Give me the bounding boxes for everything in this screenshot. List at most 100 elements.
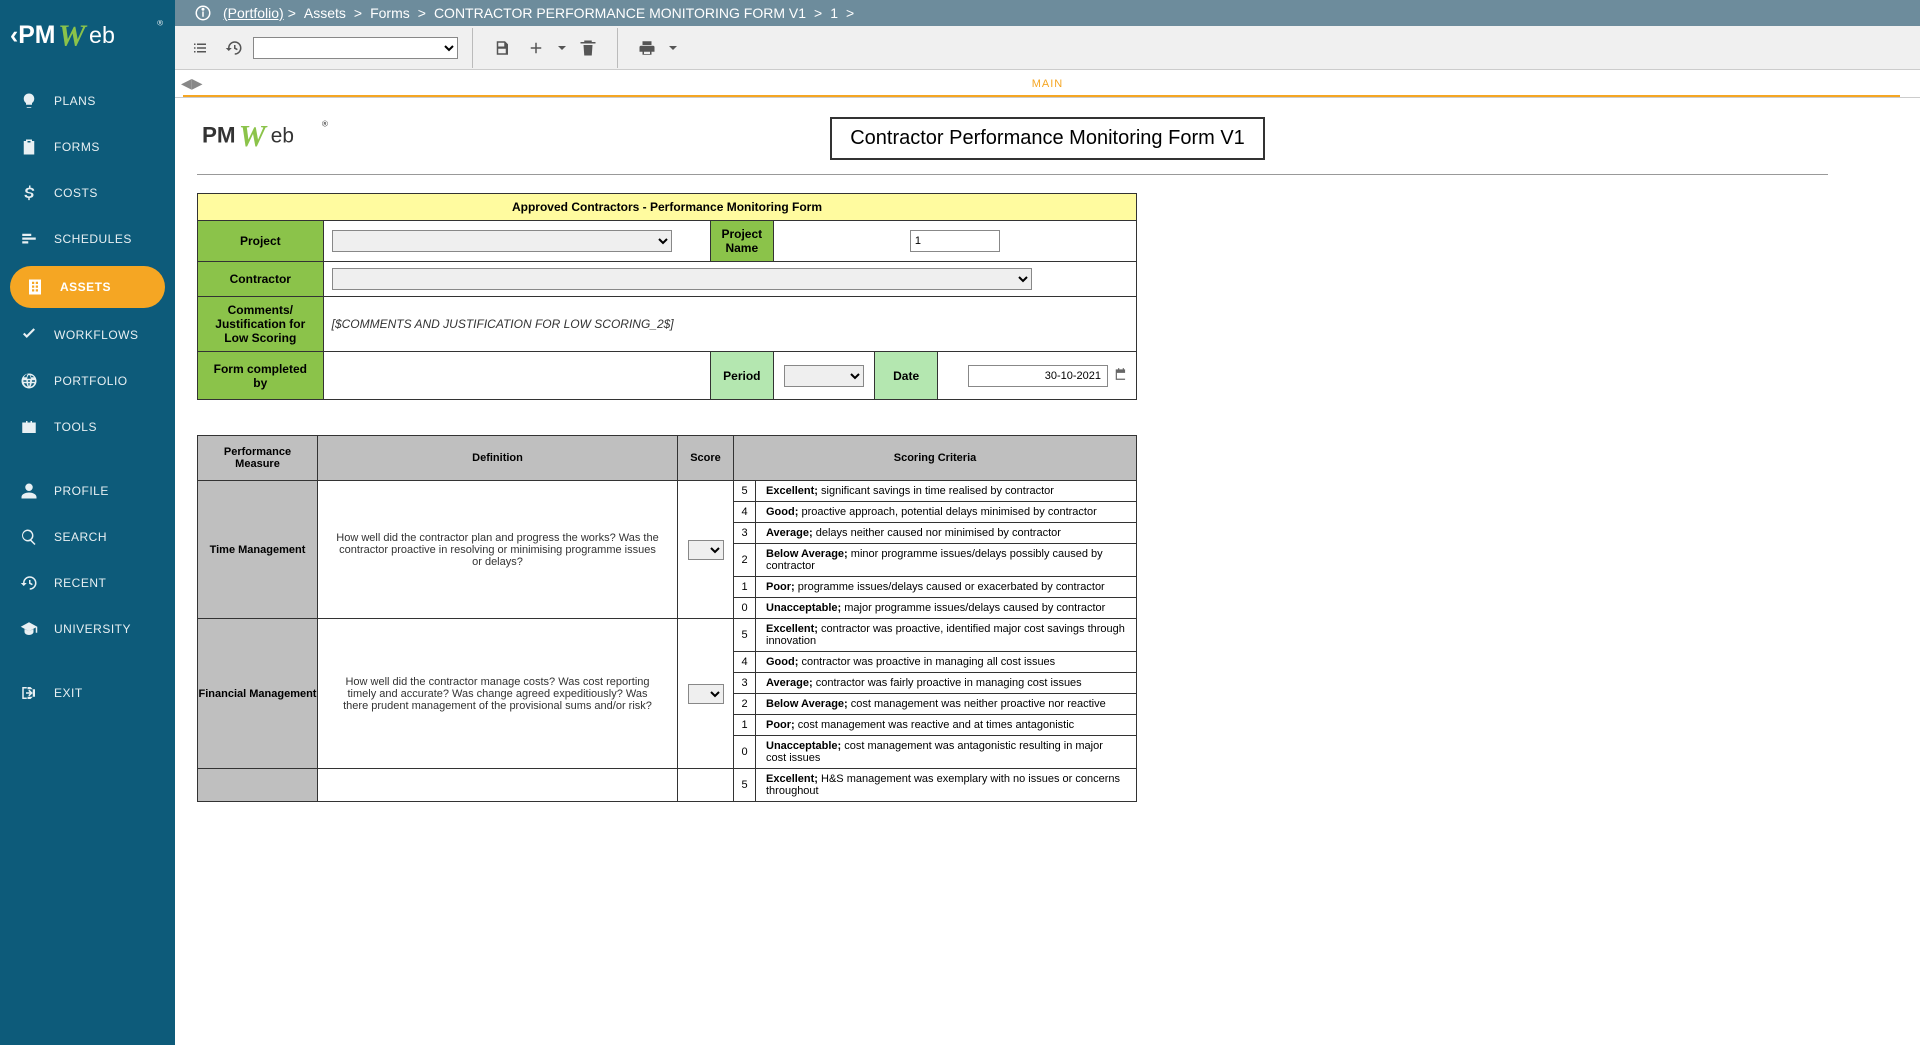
score-select[interactable] [688,684,724,704]
svg-text:®: ® [322,119,328,128]
form-info-table: Approved Contractors - Performance Monit… [197,193,1137,400]
svg-text:W: W [58,17,88,52]
definition-cell: How well did the contractor manage costs… [318,619,678,769]
globe-icon [18,370,40,392]
toolbar [175,26,1920,70]
sidebar-item-label: PLANS [54,94,96,108]
sidebar-item-label: ASSETS [60,280,111,294]
sidebar-item-label: WORKFLOWS [54,328,139,342]
bars-icon [18,228,40,250]
sidebar-item-exit[interactable]: EXIT [0,670,175,716]
sidebar-item-recent[interactable]: RECENT [0,560,175,606]
tabs: ◀▶ MAIN [175,70,1920,98]
label-comments: Comments/ Justification for Low Scoring [198,297,324,352]
period-select[interactable] [784,365,864,387]
label-date: Date [875,352,938,400]
user-icon [18,480,40,502]
calendar-icon[interactable] [1114,367,1128,384]
svg-text:‹PM: ‹PM [10,22,55,49]
date-input[interactable] [968,365,1108,387]
sidebar-item-label: UNIVERSITY [54,622,131,636]
header-criteria: Scoring Criteria [734,436,1137,481]
definition-cell: How well did the contractor plan and pro… [318,481,678,619]
sidebar-item-label: COSTS [54,186,98,200]
print-dropdown-icon[interactable] [666,33,680,63]
sidebar-item-profile[interactable]: PROFILE [0,468,175,514]
briefcase-icon [18,416,40,438]
sidebar-item-costs[interactable]: COSTS [0,170,175,216]
document-logo: PMWeb ® [202,117,362,160]
tab-main[interactable]: MAIN [1032,71,1064,97]
score-select[interactable] [688,540,724,560]
criteria-table: Performance Measure Definition Score Sco… [197,435,1137,802]
breadcrumb-segment: Forms [370,5,410,21]
sidebar-item-tools[interactable]: TOOLS [0,404,175,450]
sidebar-item-portfolio[interactable]: PORTFOLIO [0,358,175,404]
label-contractor: Contractor [198,262,324,297]
criteria-num: 5 [734,481,756,502]
sidebar-item-label: EXIT [54,686,83,700]
check-icon [18,324,40,346]
sidebar-item-plans[interactable]: PLANS [0,78,175,124]
measure-cell: Time Management [198,481,318,619]
breadcrumb-segment: CONTRACTOR PERFORMANCE MONITORING FORM V… [434,5,806,21]
app-logo: ‹PMWeb ® [0,0,175,70]
breadcrumb-portfolio[interactable]: (Portfolio) [223,5,284,21]
form-title: Contractor Performance Monitoring Form V… [830,117,1265,160]
project-select[interactable] [332,230,672,252]
measure-cell [198,769,318,802]
lightbulb-icon [18,90,40,112]
history-button[interactable] [219,33,249,63]
breadcrumb: (Portfolio) >Assets >Forms >CONTRACTOR P… [175,0,1920,26]
sidebar-item-label: SCHEDULES [54,232,132,246]
record-select[interactable] [253,37,458,59]
svg-text:W: W [239,118,268,152]
label-completed-by: Form completed by [198,352,324,400]
sidebar-item-assets[interactable]: ASSETS [10,266,165,308]
definition-cell [318,769,678,802]
label-project: Project [198,221,324,262]
sidebar-item-label: FORMS [54,140,100,154]
measure-cell: Financial Management [198,619,318,769]
delete-button[interactable] [573,33,603,63]
clipboard-icon [18,136,40,158]
criteria-text: Excellent; significant savings in time r… [756,481,1137,502]
add-dropdown-icon[interactable] [555,33,569,63]
building-icon [24,276,46,298]
form-banner: Approved Contractors - Performance Monit… [198,194,1137,221]
svg-text:PM: PM [202,122,236,147]
dollar-icon [18,182,40,204]
info-icon[interactable] [193,3,213,23]
history-icon [18,572,40,594]
sidebar-item-university[interactable]: UNIVERSITY [0,606,175,652]
sidebar-item-workflows[interactable]: WORKFLOWS [0,312,175,358]
sidebar-item-schedules[interactable]: SCHEDULES [0,216,175,262]
svg-text:eb: eb [89,22,115,48]
add-button[interactable] [521,33,551,63]
svg-text:eb: eb [271,124,294,147]
sidebar-item-label: PORTFOLIO [54,374,128,388]
list-button[interactable] [185,33,215,63]
label-project-name: Project Name [710,221,773,262]
label-period: Period [710,352,773,400]
contractor-select[interactable] [332,268,1032,290]
header-measure: Performance Measure [198,436,318,481]
project-name-input[interactable] [910,230,1000,252]
header-score: Score [678,436,734,481]
sidebar-item-search[interactable]: SEARCH [0,514,175,560]
sidebar-item-label: TOOLS [54,420,97,434]
sidebar: ‹PMWeb ® PLANS FORMS COSTS SCHEDULES ASSE… [0,0,175,1045]
exit-icon [18,682,40,704]
svg-text:®: ® [157,18,163,27]
tab-prev-icon[interactable]: ◀ [181,75,192,92]
sidebar-item-label: SEARCH [54,530,107,544]
breadcrumb-segment: 1 [830,5,838,21]
content: PMWeb ® Contractor Performance Monitoring… [175,98,1920,1045]
search-icon [18,526,40,548]
breadcrumb-segment: Assets [304,5,346,21]
sidebar-item-forms[interactable]: FORMS [0,124,175,170]
save-button[interactable] [487,33,517,63]
print-button[interactable] [632,33,662,63]
header-definition: Definition [318,436,678,481]
tab-next-icon[interactable]: ▶ [192,75,203,92]
